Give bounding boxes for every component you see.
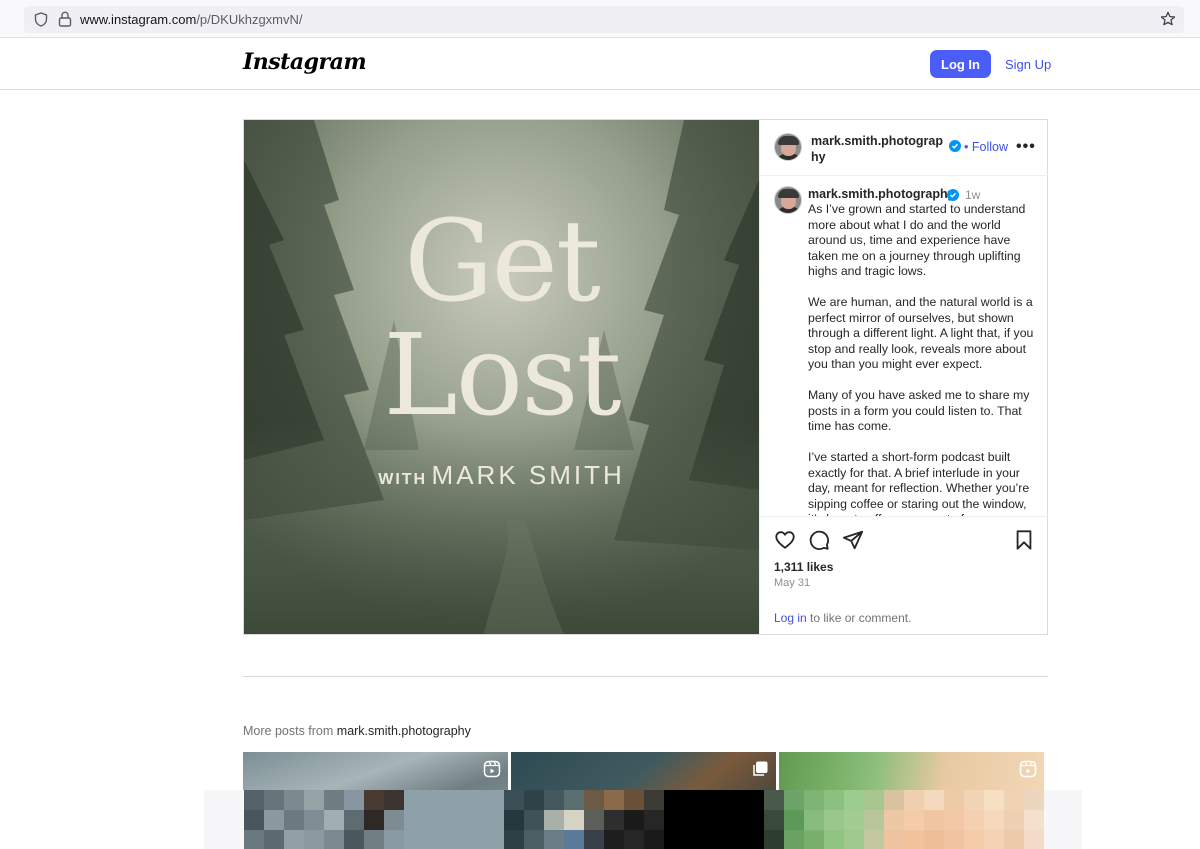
post-actions <box>760 529 1048 553</box>
login-prompt: Log in to like or comment. <box>774 611 911 625</box>
more-posts-prefix: More posts from <box>243 724 337 738</box>
comment-icon[interactable] <box>808 529 830 551</box>
cover-title-line1: Get <box>404 197 601 327</box>
shield-icon[interactable] <box>34 12 48 27</box>
verified-badge-icon <box>949 140 961 152</box>
login-link[interactable]: Log in <box>774 611 807 625</box>
caption-username[interactable]: mark.smith.photography <box>808 187 955 201</box>
caption-text: As I’ve grown and started to understand … <box>808 202 1040 516</box>
url-path: /p/DKUkhzgxmvN/ <box>196 12 303 27</box>
pixelated-overlay <box>204 790 1082 849</box>
site-header: Instagram Log In Sign Up <box>0 38 1200 90</box>
post-author-username[interactable]: mark.smith.photography <box>811 133 943 165</box>
avatar[interactable] <box>774 133 802 161</box>
more-posts-username[interactable]: mark.smith.photography <box>337 724 471 738</box>
bookmark-star-icon[interactable] <box>1160 11 1176 27</box>
post-date[interactable]: May 31 <box>774 577 810 589</box>
follow-separator: • <box>964 140 969 154</box>
more-posts-heading: More posts from mark.smith.photography <box>243 724 471 738</box>
follow-button[interactable]: • Follow <box>964 140 1008 154</box>
cover-title-line2: Lost <box>383 311 621 441</box>
caption-paragraph: As I’ve grown and started to understand … <box>808 202 1026 278</box>
cover-with-text: WITH <box>378 471 428 488</box>
caption-paragraph: Many of you have asked me to share my po… <box>808 388 1030 433</box>
cover-subtitle: WITH MARK SMITH <box>244 460 759 491</box>
like-heart-icon[interactable] <box>774 529 796 551</box>
url-text[interactable]: www.instagram.com/p/DKUkhzgxmvN/ <box>80 12 303 27</box>
caption-area[interactable]: mark.smith.photography 1w As I’ve grown … <box>760 177 1048 517</box>
browser-toolbar: www.instagram.com/p/DKUkhzgxmvN/ <box>0 0 1200 38</box>
more-options-icon[interactable]: ••• <box>1016 138 1036 156</box>
login-button[interactable]: Log In <box>930 50 991 78</box>
reels-icon <box>1019 760 1037 778</box>
url-bar[interactable]: www.instagram.com/p/DKUkhzgxmvN/ <box>24 6 1184 33</box>
caption-paragraph: We are human, and the natural world is a… <box>808 295 1034 371</box>
signup-link[interactable]: Sign Up <box>1005 57 1051 72</box>
post-image[interactable]: Get Lost WITH MARK SMITH <box>244 120 759 634</box>
post-card: Get Lost WITH MARK SMITH mark.smith.phot… <box>243 119 1048 635</box>
section-divider <box>243 676 1048 677</box>
likes-count[interactable]: 1,311 likes <box>774 560 833 574</box>
avatar[interactable] <box>774 186 802 214</box>
post-time[interactable]: 1w <box>965 188 980 202</box>
follow-label: Follow <box>971 140 1008 154</box>
verified-badge-icon <box>947 189 959 201</box>
url-host: www.instagram.com <box>80 12 197 27</box>
post-header: mark.smith.photography • Follow ••• <box>760 120 1048 176</box>
lock-icon[interactable] <box>58 11 72 27</box>
reels-icon <box>483 760 501 778</box>
login-prompt-text: to like or comment. <box>806 611 912 625</box>
instagram-logo[interactable]: Instagram <box>243 49 367 75</box>
cover-name-text: MARK SMITH <box>431 460 625 490</box>
post-sidebar: mark.smith.photography • Follow ••• mark… <box>759 120 1048 634</box>
carousel-icon <box>753 761 768 776</box>
save-bookmark-icon[interactable] <box>1013 529 1035 551</box>
caption-paragraph: I’ve started a short-form podcast built … <box>808 450 1030 516</box>
share-send-icon[interactable] <box>842 529 864 551</box>
